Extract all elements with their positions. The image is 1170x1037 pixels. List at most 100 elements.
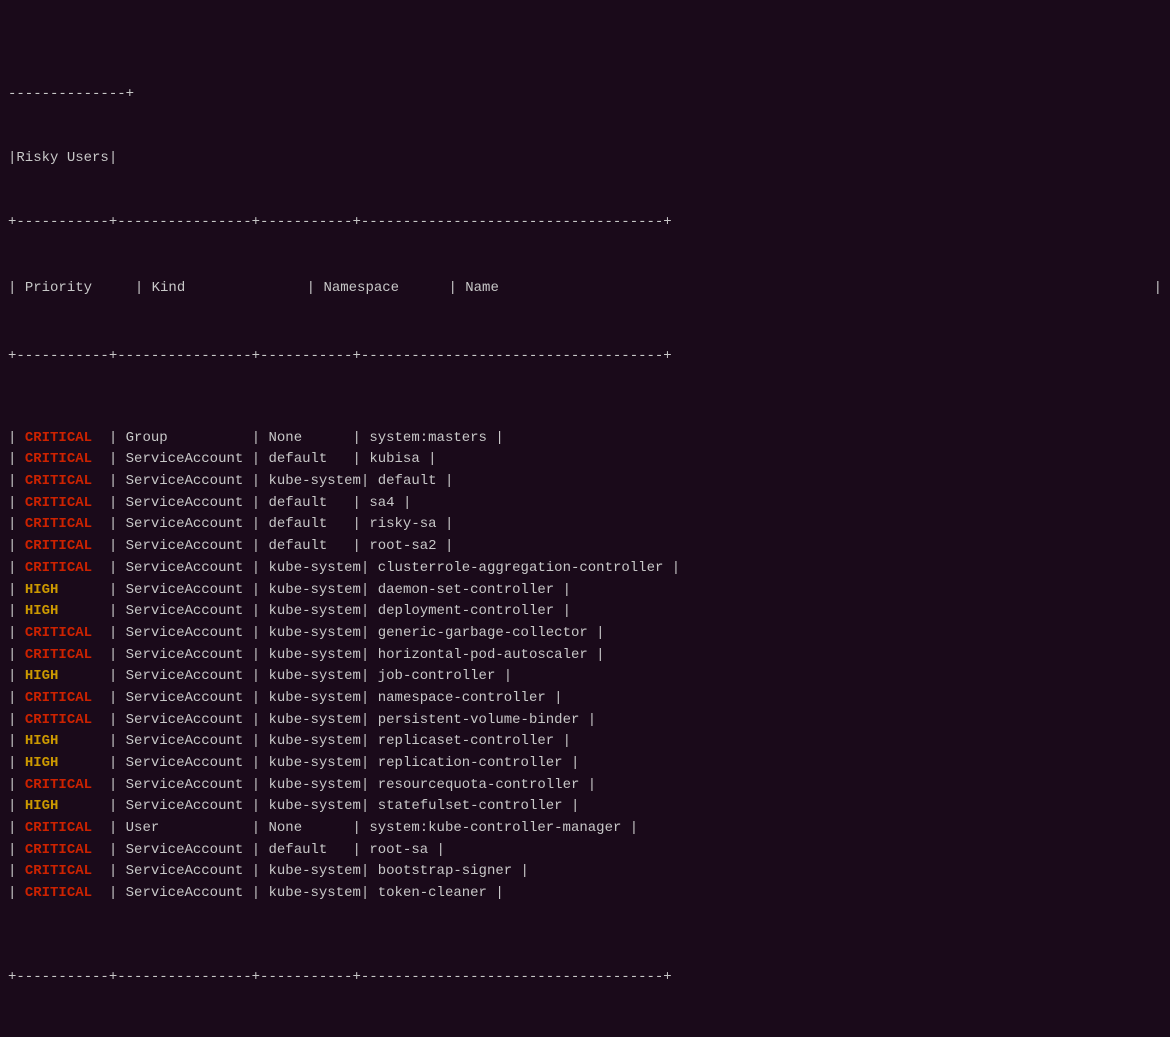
table-rows: | CRITICAL | Group | None | system:maste… <box>8 428 1162 905</box>
priority-badge: CRITICAL <box>25 493 92 515</box>
priority-badge: HIGH <box>25 753 59 775</box>
kind-cell: ServiceAccount <box>126 840 252 862</box>
namespace-cell: default <box>269 493 353 515</box>
priority-badge: CRITICAL <box>25 471 92 493</box>
table-row: | HIGH | ServiceAccount | kube-system| r… <box>8 753 1162 775</box>
namespace-cell: kube-system <box>269 883 361 905</box>
kind-cell: ServiceAccount <box>126 645 252 667</box>
kind-cell: ServiceAccount <box>126 580 252 602</box>
namespace-cell: kube-system <box>269 753 361 775</box>
namespace-cell: default <box>269 514 353 536</box>
table-row: | CRITICAL | ServiceAccount | kube-syste… <box>8 883 1162 905</box>
col-header-kind: Kind <box>152 278 307 300</box>
table-row: | HIGH | ServiceAccount | kube-system| d… <box>8 580 1162 602</box>
table-container: --------------+ |Risky Users| +---------… <box>8 38 1162 1017</box>
priority-badge: HIGH <box>25 796 59 818</box>
namespace-cell: kube-system <box>269 796 361 818</box>
header-top-divider: +-----------+----------------+----------… <box>8 214 1162 230</box>
priority-badge: CRITICAL <box>25 840 92 862</box>
name-cell: default <box>378 471 437 493</box>
kind-cell: ServiceAccount <box>126 796 252 818</box>
name-cell: token-cleaner <box>378 883 487 905</box>
name-cell: root-sa2 <box>369 536 436 558</box>
kind-cell: ServiceAccount <box>126 666 252 688</box>
kind-cell: ServiceAccount <box>126 883 252 905</box>
namespace-cell: kube-system <box>269 471 361 493</box>
namespace-cell: default <box>269 449 353 471</box>
priority-badge: CRITICAL <box>25 775 92 797</box>
table-row: | HIGH | ServiceAccount | kube-system| d… <box>8 601 1162 623</box>
name-cell: risky-sa <box>369 514 436 536</box>
namespace-cell: kube-system <box>269 775 361 797</box>
namespace-cell: kube-system <box>269 645 361 667</box>
table-row: | HIGH | ServiceAccount | kube-system| s… <box>8 796 1162 818</box>
name-cell: horizontal-pod-autoscaler <box>378 645 588 667</box>
name-cell: system:masters <box>369 428 487 450</box>
top-border: --------------+ <box>8 86 1162 102</box>
priority-badge: CRITICAL <box>25 861 92 883</box>
priority-badge: CRITICAL <box>25 818 92 840</box>
name-cell: deployment-controller <box>378 601 554 623</box>
priority-badge: HIGH <box>25 731 59 753</box>
priority-badge: CRITICAL <box>25 428 92 450</box>
kind-cell: ServiceAccount <box>126 601 252 623</box>
col-header-namespace: Namespace <box>323 278 448 300</box>
table-row: | CRITICAL | ServiceAccount | kube-syste… <box>8 645 1162 667</box>
kind-cell: ServiceAccount <box>126 623 252 645</box>
header-bottom-divider: +-----------+----------------+----------… <box>8 348 1162 364</box>
table-row: | CRITICAL | ServiceAccount | kube-syste… <box>8 471 1162 493</box>
name-cell: generic-garbage-collector <box>378 623 588 645</box>
kind-cell: ServiceAccount <box>126 710 252 732</box>
priority-badge: CRITICAL <box>25 623 92 645</box>
name-cell: replicaset-controller <box>378 731 554 753</box>
kind-cell: ServiceAccount <box>126 471 252 493</box>
table-row: | CRITICAL | ServiceAccount | default | … <box>8 514 1162 536</box>
namespace-cell: kube-system <box>269 623 361 645</box>
name-cell: replication-controller <box>378 753 563 775</box>
table-row: | HIGH | ServiceAccount | kube-system| j… <box>8 666 1162 688</box>
namespace-cell: default <box>269 840 353 862</box>
priority-badge: CRITICAL <box>25 883 92 905</box>
name-cell: root-sa <box>369 840 428 862</box>
name-cell: daemon-set-controller <box>378 580 554 602</box>
priority-badge: HIGH <box>25 580 59 602</box>
terminal-container: --------------+ |Risky Users| +---------… <box>0 38 1170 1017</box>
priority-badge: HIGH <box>25 666 59 688</box>
name-cell: bootstrap-signer <box>378 861 512 883</box>
priority-badge: CRITICAL <box>25 688 92 710</box>
priority-badge: HIGH <box>25 601 59 623</box>
name-cell: system:kube-controller-manager <box>369 818 621 840</box>
priority-badge: CRITICAL <box>25 710 92 732</box>
name-cell: namespace-controller <box>378 688 546 710</box>
table-row: | CRITICAL | Group | None | system:maste… <box>8 428 1162 450</box>
priority-badge: CRITICAL <box>25 514 92 536</box>
bottom-border: +-----------+----------------+----------… <box>8 969 1162 985</box>
table-row: | CRITICAL | ServiceAccount | default | … <box>8 449 1162 471</box>
name-cell: statefulset-controller <box>378 796 563 818</box>
table-row: | CRITICAL | ServiceAccount | kube-syste… <box>8 775 1162 797</box>
col-header-name: Name <box>465 278 1153 300</box>
kind-cell: ServiceAccount <box>126 514 252 536</box>
name-cell: job-controller <box>378 666 496 688</box>
table-row: | CRITICAL | ServiceAccount | kube-syste… <box>8 710 1162 732</box>
section-title: |Risky Users| <box>8 150 1162 166</box>
table-row: | CRITICAL | User | None | system:kube-c… <box>8 818 1162 840</box>
kind-cell: ServiceAccount <box>126 753 252 775</box>
table-row: | CRITICAL | ServiceAccount | kube-syste… <box>8 558 1162 580</box>
priority-badge: CRITICAL <box>25 449 92 471</box>
table-row: | CRITICAL | ServiceAccount | default | … <box>8 840 1162 862</box>
namespace-cell: default <box>269 536 353 558</box>
name-cell: resourcequota-controller <box>378 775 580 797</box>
namespace-cell: kube-system <box>269 861 361 883</box>
table-row: | CRITICAL | ServiceAccount | default | … <box>8 536 1162 558</box>
priority-badge: CRITICAL <box>25 536 92 558</box>
namespace-cell: kube-system <box>269 580 361 602</box>
kind-cell: ServiceAccount <box>126 558 252 580</box>
table-row: | CRITICAL | ServiceAccount | kube-syste… <box>8 623 1162 645</box>
priority-badge: CRITICAL <box>25 645 92 667</box>
table-row: | CRITICAL | ServiceAccount | kube-syste… <box>8 861 1162 883</box>
table-row: | HIGH | ServiceAccount | kube-system| r… <box>8 731 1162 753</box>
col-header-priority: Priority <box>25 278 135 300</box>
kind-cell: ServiceAccount <box>126 493 252 515</box>
name-cell: clusterrole-aggregation-controller <box>378 558 664 580</box>
